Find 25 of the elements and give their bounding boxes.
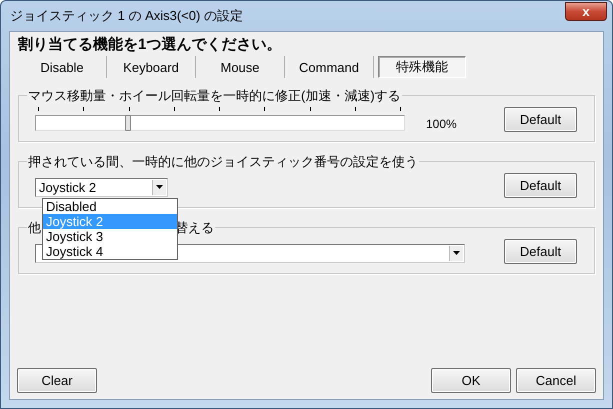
- default-button[interactable]: Default: [504, 172, 577, 198]
- dropdown-value: Joystick 2: [38, 180, 96, 194]
- cancel-button[interactable]: Cancel: [516, 368, 596, 393]
- percent-text: 100%: [426, 117, 457, 131]
- slider-track[interactable]: [35, 115, 405, 131]
- clear-button[interactable]: Clear: [17, 368, 97, 393]
- ok-button[interactable]: OK: [431, 368, 511, 393]
- dropdown-option[interactable]: Disabled: [43, 199, 177, 214]
- dropdown-option[interactable]: Joystick 4: [43, 244, 177, 259]
- slider-thumb[interactable]: [125, 115, 131, 131]
- default-button[interactable]: Default: [504, 238, 577, 264]
- window-title: ジョイスティック 1 の Axis3(<0) の設定: [9, 7, 243, 25]
- dropdown-field[interactable]: Joystick 2: [35, 178, 168, 196]
- tab[interactable]: Disable: [18, 56, 107, 78]
- tab[interactable]: Keyboard: [107, 56, 196, 78]
- default-button[interactable]: Default: [504, 106, 577, 132]
- dropdown-option[interactable]: Joystick 3: [43, 229, 177, 244]
- tab[interactable]: Mouse: [196, 56, 285, 78]
- group-label: 押されている間、一時的に他のジョイスティック番号の設定を使う: [28, 154, 418, 169]
- group-label: 他: [28, 220, 41, 235]
- instruction-text: 割り当てる機能を1つ選んでください。: [17, 36, 282, 54]
- close-button[interactable]: x: [565, 2, 607, 20]
- tab[interactable]: 特殊機能: [378, 56, 466, 78]
- group-label: マウス移動量・ホイール回転量を一時的に修正(加速・減速)する: [28, 88, 401, 103]
- tab[interactable]: Command: [285, 56, 374, 78]
